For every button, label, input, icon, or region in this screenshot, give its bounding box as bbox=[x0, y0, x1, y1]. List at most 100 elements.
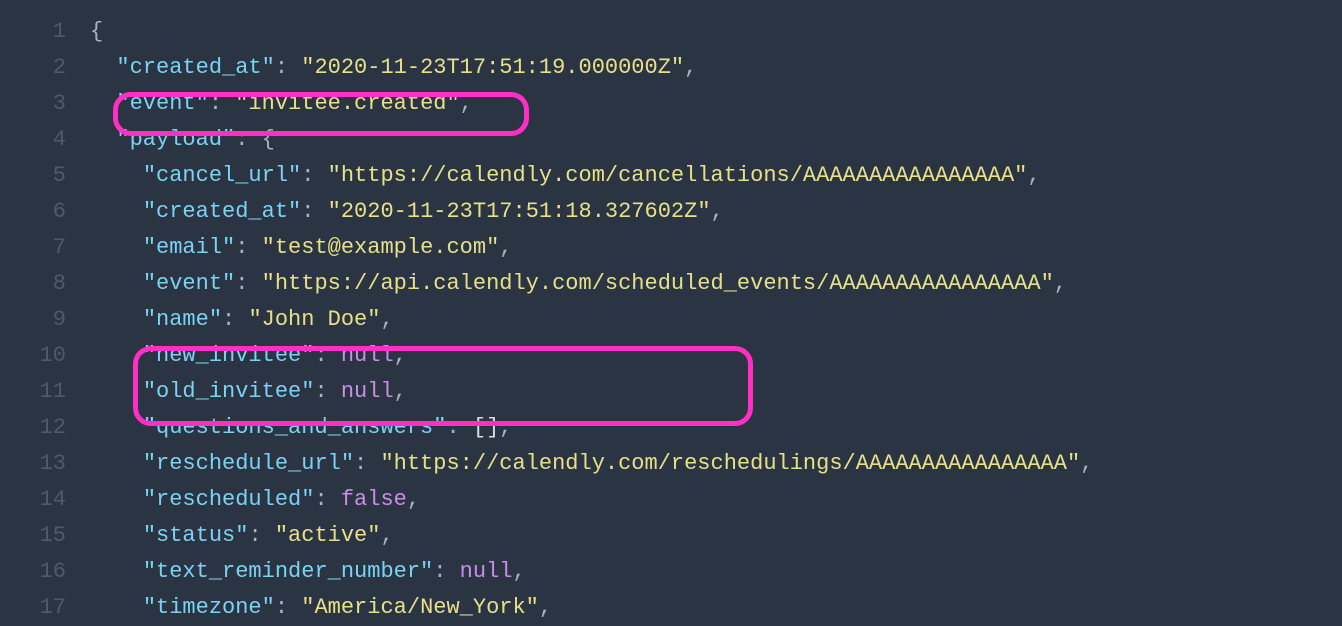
token-key: "email" bbox=[143, 235, 235, 260]
line-number: 1 bbox=[0, 14, 90, 50]
code-line[interactable]: 13 "reschedule_url": "https://calendly.c… bbox=[0, 446, 1342, 482]
line-number: 6 bbox=[0, 194, 90, 230]
code-content[interactable]: "name": "John Doe", bbox=[90, 302, 1342, 338]
token-punct: , bbox=[539, 595, 552, 620]
code-line[interactable]: 6 "created_at": "2020-11-23T17:51:18.327… bbox=[0, 194, 1342, 230]
token-punct: : bbox=[314, 487, 340, 512]
code-content[interactable]: "new_invitee": null, bbox=[90, 338, 1342, 374]
token-str: "2020-11-23T17:51:18.327602Z" bbox=[328, 199, 711, 224]
code-line[interactable]: 8 "event": "https://api.calendly.com/sch… bbox=[0, 266, 1342, 302]
line-number: 7 bbox=[0, 230, 90, 266]
code-line[interactable]: 15 "status": "active", bbox=[0, 518, 1342, 554]
token-str: "John Doe" bbox=[248, 307, 380, 332]
code-content[interactable]: "event": "https://api.calendly.com/sched… bbox=[90, 266, 1342, 302]
code-content[interactable]: "timezone": "America/New_York", bbox=[90, 590, 1342, 626]
code-line[interactable]: 10 "new_invitee": null, bbox=[0, 338, 1342, 374]
code-line[interactable]: 11 "old_invitee": null, bbox=[0, 374, 1342, 410]
token-punct: , bbox=[684, 55, 697, 80]
line-number: 15 bbox=[0, 518, 90, 554]
token-punct bbox=[90, 379, 143, 404]
token-punct bbox=[90, 523, 143, 548]
token-null: null bbox=[341, 343, 394, 368]
token-punct: : bbox=[275, 55, 301, 80]
token-punct: , bbox=[1054, 271, 1067, 296]
token-punct bbox=[90, 55, 116, 80]
code-line[interactable]: 3 "event": "invitee.created", bbox=[0, 86, 1342, 122]
code-content[interactable]: "email": "test@example.com", bbox=[90, 230, 1342, 266]
line-number: 11 bbox=[0, 374, 90, 410]
token-key: "old_invitee" bbox=[143, 379, 315, 404]
code-line[interactable]: 7 "email": "test@example.com", bbox=[0, 230, 1342, 266]
token-punct: , bbox=[394, 343, 407, 368]
code-line[interactable]: 17 "timezone": "America/New_York", bbox=[0, 590, 1342, 626]
line-number: 13 bbox=[0, 446, 90, 482]
token-punct: : { bbox=[235, 127, 275, 152]
code-line[interactable]: 9 "name": "John Doe", bbox=[0, 302, 1342, 338]
token-key: "created_at" bbox=[143, 199, 301, 224]
line-number: 5 bbox=[0, 158, 90, 194]
token-punct bbox=[90, 595, 143, 620]
code-content[interactable]: "rescheduled": false, bbox=[90, 482, 1342, 518]
token-punct: , bbox=[394, 379, 407, 404]
code-line[interactable]: 14 "rescheduled": false, bbox=[0, 482, 1342, 518]
token-key: "text_reminder_number" bbox=[143, 559, 433, 584]
code-line[interactable]: 1{ bbox=[0, 14, 1342, 50]
code-content[interactable]: "status": "active", bbox=[90, 518, 1342, 554]
token-key: "reschedule_url" bbox=[143, 451, 354, 476]
token-punct: { bbox=[90, 19, 103, 44]
code-content[interactable]: "reschedule_url": "https://calendly.com/… bbox=[90, 446, 1342, 482]
token-punct: : bbox=[314, 343, 340, 368]
code-content[interactable]: "payload": { bbox=[90, 122, 1342, 158]
code-line[interactable]: 16 "text_reminder_number": null, bbox=[0, 554, 1342, 590]
code-line[interactable]: 5 "cancel_url": "https://calendly.com/ca… bbox=[0, 158, 1342, 194]
code-content[interactable]: "old_invitee": null, bbox=[90, 374, 1342, 410]
token-punct: : bbox=[248, 523, 274, 548]
token-punct bbox=[90, 559, 143, 584]
token-str: "invitee.created" bbox=[235, 91, 459, 116]
token-punct bbox=[90, 343, 143, 368]
code-content[interactable]: "event": "invitee.created", bbox=[90, 86, 1342, 122]
token-key: "status" bbox=[143, 523, 249, 548]
token-key: "new_invitee" bbox=[143, 343, 315, 368]
token-str: "test@example.com" bbox=[262, 235, 500, 260]
token-punct bbox=[90, 451, 143, 476]
line-number: 17 bbox=[0, 590, 90, 626]
token-key: "rescheduled" bbox=[143, 487, 315, 512]
token-punct: : bbox=[275, 595, 301, 620]
line-number: 12 bbox=[0, 410, 90, 446]
line-number: 14 bbox=[0, 482, 90, 518]
token-punct bbox=[90, 163, 143, 188]
token-null: null bbox=[460, 559, 513, 584]
token-key: "cancel_url" bbox=[143, 163, 301, 188]
token-punct bbox=[90, 307, 143, 332]
line-number: 8 bbox=[0, 266, 90, 302]
code-content[interactable]: { bbox=[90, 14, 1342, 50]
code-line[interactable]: 4 "payload": { bbox=[0, 122, 1342, 158]
token-punct bbox=[90, 127, 116, 152]
code-content[interactable]: "created_at": "2020-11-23T17:51:19.00000… bbox=[90, 50, 1342, 86]
line-number: 10 bbox=[0, 338, 90, 374]
token-punct: : bbox=[314, 379, 340, 404]
code-line[interactable]: 2 "created_at": "2020-11-23T17:51:19.000… bbox=[0, 50, 1342, 86]
token-punct: , bbox=[380, 307, 393, 332]
token-punct: : bbox=[235, 271, 261, 296]
token-punct bbox=[90, 235, 143, 260]
token-str: "https://calendly.com/reschedulings/AAAA… bbox=[380, 451, 1080, 476]
code-content[interactable]: "cancel_url": "https://calendly.com/canc… bbox=[90, 158, 1342, 194]
token-str: "2020-11-23T17:51:19.000000Z" bbox=[301, 55, 684, 80]
line-number: 2 bbox=[0, 50, 90, 86]
code-editor[interactable]: 1{2 "created_at": "2020-11-23T17:51:19.0… bbox=[0, 0, 1342, 626]
code-content[interactable]: "created_at": "2020-11-23T17:51:18.32760… bbox=[90, 194, 1342, 230]
code-content[interactable]: "questions_and_answers": [], bbox=[90, 410, 1342, 446]
line-number: 3 bbox=[0, 86, 90, 122]
token-key: "payload" bbox=[116, 127, 235, 152]
token-str: "https://api.calendly.com/scheduled_even… bbox=[262, 271, 1054, 296]
token-key: "timezone" bbox=[143, 595, 275, 620]
code-line[interactable]: 12 "questions_and_answers": [], bbox=[0, 410, 1342, 446]
code-content[interactable]: "text_reminder_number": null, bbox=[90, 554, 1342, 590]
token-punct: : bbox=[209, 91, 235, 116]
token-punct bbox=[90, 271, 143, 296]
token-punct: : bbox=[446, 415, 472, 440]
token-punct: , bbox=[1027, 163, 1040, 188]
token-punct: , bbox=[1080, 451, 1093, 476]
